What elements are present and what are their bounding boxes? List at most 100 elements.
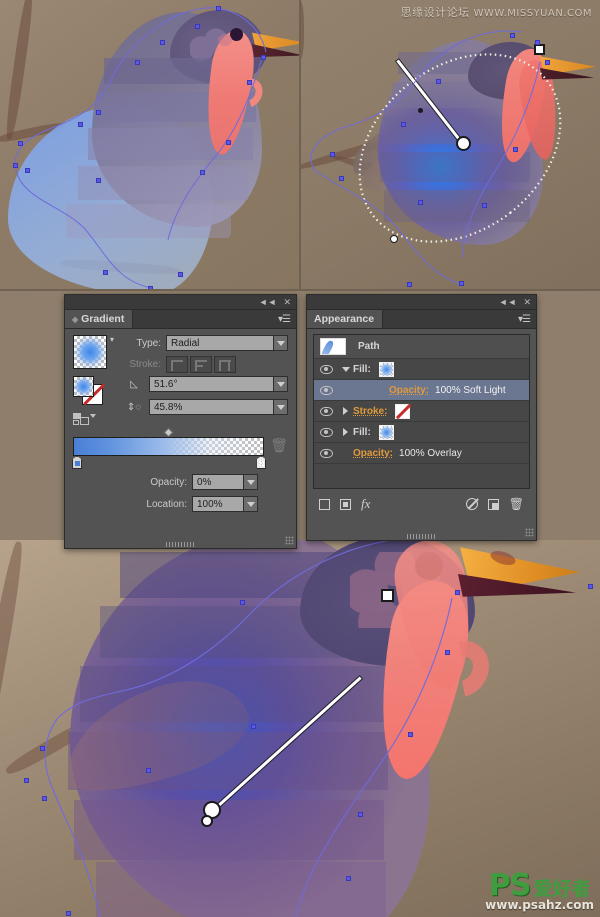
tab-grip-icon: ◈ xyxy=(72,314,79,324)
visibility-toggle-icon[interactable] xyxy=(314,364,338,374)
appearance-list-empty-area xyxy=(314,464,529,488)
add-new-effect-button[interactable]: fx xyxy=(361,496,370,512)
stroke-gradient-across-button[interactable] xyxy=(214,356,236,373)
visibility-toggle-icon[interactable] xyxy=(314,427,338,437)
appearance-opacity-value[interactable]: 100% Soft Light xyxy=(435,385,506,396)
gradient-location-value[interactable]: 100% xyxy=(192,496,244,512)
artboard-top-left[interactable] xyxy=(0,0,300,290)
watermark-top-url: WWW.MISSYUAN.COM xyxy=(473,8,592,19)
opacity-label: Opacity: xyxy=(150,476,187,488)
opacity-dropdown-icon[interactable] xyxy=(244,474,258,490)
bird-illustration xyxy=(0,0,300,290)
watermark-bottom: PS 爱好者 www.psahz.com xyxy=(485,871,594,912)
gradient-midpoint-marker[interactable] xyxy=(163,427,174,438)
gradient-type-dropdown-icon[interactable] xyxy=(274,335,288,351)
panel-drag-grip[interactable] xyxy=(165,542,196,547)
bird-illustration-zoom xyxy=(0,540,600,917)
clear-appearance-button[interactable] xyxy=(465,498,478,510)
gradient-opacity-value[interactable]: 0% xyxy=(192,474,244,490)
stroke-gradient-within-button[interactable] xyxy=(166,356,188,373)
visibility-toggle-icon[interactable] xyxy=(314,385,338,395)
watermark-top: 思缘设计论坛 WWW.MISSYUAN.COM xyxy=(401,4,592,20)
delete-stop-icon[interactable]: 🗑 xyxy=(270,437,288,454)
appearance-row-stroke[interactable]: Stroke: xyxy=(314,401,529,422)
collapse-icon[interactable]: ◄◄ xyxy=(499,297,517,307)
location-dropdown-icon[interactable] xyxy=(244,496,258,512)
collapse-icon[interactable]: ◄◄ xyxy=(259,297,277,307)
close-icon[interactable]: ✕ xyxy=(283,297,291,307)
panel-resize-corner[interactable] xyxy=(525,528,534,537)
stroke-gradient-along-button[interactable] xyxy=(190,356,212,373)
tab-appearance[interactable]: Appearance xyxy=(307,310,384,328)
fill-stroke-indicator[interactable] xyxy=(73,376,105,406)
appearance-opacity-label[interactable]: Opacity: xyxy=(389,385,429,396)
gradient-angle-value[interactable]: 51.6° xyxy=(149,376,274,392)
panel-menu-icon[interactable]: ▾☰ xyxy=(278,310,296,328)
add-new-stroke-button[interactable] xyxy=(319,498,330,510)
gradient-slider-track[interactable] xyxy=(73,437,265,456)
artboard-top-right[interactable]: 思缘设计论坛 WWW.MISSYUAN.COM xyxy=(300,0,600,290)
appearance-target-row[interactable]: Path xyxy=(314,335,529,359)
appearance-row-label: Fill: xyxy=(353,363,371,375)
appearance-panel-footer[interactable]: fx 🗑 xyxy=(313,493,530,515)
angle-icon: ◺ xyxy=(130,378,138,390)
tab-gradient-label: Gradient xyxy=(81,313,125,325)
stroke-none-swatch[interactable] xyxy=(395,403,412,419)
gradient-presets-caret-icon[interactable]: ▾ xyxy=(110,335,114,344)
chevron-right-icon[interactable] xyxy=(338,407,353,415)
appearance-panel[interactable]: ◄◄ ✕ Appearance ▾☰ Path Fill: Opacity: 1… xyxy=(306,294,537,541)
close-icon[interactable]: ✕ xyxy=(523,297,531,307)
path-thumbnail xyxy=(320,338,346,355)
aspect-dropdown-icon[interactable] xyxy=(274,399,288,415)
appearance-row-label: Fill: xyxy=(353,426,371,438)
screenshot-root: 思缘设计论坛 WWW.MISSYUAN.COM PS 爱好者 www.psahz… xyxy=(0,0,600,917)
appearance-opacity-label[interactable]: Opacity: xyxy=(353,448,393,459)
panel-menu-icon[interactable]: ▾☰ xyxy=(518,310,536,328)
appearance-row-label[interactable]: Stroke: xyxy=(353,406,387,417)
bird-illustration-selected xyxy=(300,0,600,290)
panel-resize-corner[interactable] xyxy=(285,536,294,545)
gradient-stop-end[interactable] xyxy=(256,456,267,469)
duplicate-item-button[interactable] xyxy=(487,498,499,510)
tab-gradient[interactable]: ◈ Gradient xyxy=(65,310,134,328)
appearance-row-fill-2[interactable]: Fill: xyxy=(314,422,529,443)
appearance-opacity-value[interactable]: 100% Overlay xyxy=(399,448,462,459)
tab-appearance-label: Appearance xyxy=(314,313,375,325)
gradient-panel-tabbar[interactable]: ◈ Gradient ▾☰ xyxy=(65,310,296,329)
gradient-stop-start[interactable] xyxy=(72,456,82,469)
artboard-bottom[interactable]: PS 爱好者 www.psahz.com xyxy=(0,540,600,917)
fill-gradient-swatch[interactable] xyxy=(378,424,394,440)
fill-swatch-gradient[interactable] xyxy=(73,376,94,397)
visibility-toggle-icon[interactable] xyxy=(314,406,338,416)
appearance-panel-titlebar[interactable]: ◄◄ ✕ xyxy=(307,295,536,310)
panel-drag-grip[interactable] xyxy=(406,534,437,539)
fill-gradient-swatch[interactable] xyxy=(378,361,394,377)
type-label: Type: xyxy=(136,337,161,349)
vector-path-outline xyxy=(14,7,267,289)
appearance-list[interactable]: Path Fill: Opacity: 100% Soft Light Stro… xyxy=(313,334,530,489)
watermark-bottom-url: www.psahz.com xyxy=(485,898,594,912)
appearance-row-opacity-1[interactable]: Opacity: 100% Soft Light xyxy=(314,380,529,401)
watermark-bottom-cn: 爱好者 xyxy=(533,879,591,900)
appearance-row-opacity-2[interactable]: Opacity: 100% Overlay xyxy=(314,443,529,464)
appearance-panel-tabbar[interactable]: Appearance ▾☰ xyxy=(307,310,536,329)
pane-divider-horizontal xyxy=(0,289,600,291)
add-new-fill-button[interactable] xyxy=(340,498,351,510)
gradient-preview-swatch[interactable] xyxy=(73,335,107,369)
stroke-label: Stroke: xyxy=(129,359,161,370)
delete-item-button[interactable]: 🗑 xyxy=(509,497,524,511)
aspect-ratio-icon: ⇕◌ xyxy=(126,401,142,413)
gradient-panel-titlebar[interactable]: ◄◄ ✕ xyxy=(65,295,296,310)
reverse-gradient-button[interactable] xyxy=(73,412,96,428)
angle-dropdown-icon[interactable] xyxy=(274,376,288,392)
appearance-row-fill-1[interactable]: Fill: xyxy=(314,359,529,380)
visibility-toggle-icon[interactable] xyxy=(314,448,338,458)
chevron-right-icon[interactable] xyxy=(338,428,353,436)
chevron-down-icon[interactable] xyxy=(338,366,353,372)
gradient-type-value[interactable]: Radial xyxy=(166,335,274,351)
gradient-slider[interactable]: 🗑 xyxy=(72,427,288,469)
vector-path-outline xyxy=(310,30,541,285)
pane-divider-vertical xyxy=(299,0,301,290)
gradient-panel[interactable]: ◄◄ ✕ ◈ Gradient ▾☰ ▾ Type: Radial Stroke… xyxy=(64,294,297,549)
gradient-aspect-value[interactable]: 45.8% xyxy=(149,399,274,415)
